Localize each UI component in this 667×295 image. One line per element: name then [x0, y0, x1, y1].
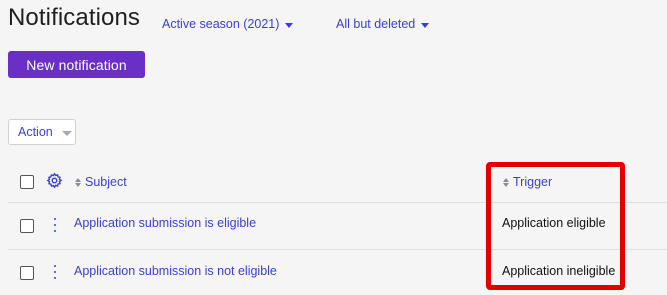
- season-filter-dropdown[interactable]: Active season (2021): [162, 17, 294, 31]
- action-dropdown-label: Action: [18, 125, 53, 139]
- action-dropdown[interactable]: Action: [8, 119, 76, 145]
- sort-icon: [75, 177, 81, 187]
- table-row-subject-link[interactable]: Application submission is not eligible: [74, 264, 277, 278]
- sort-icon: [503, 177, 509, 187]
- new-notification-button[interactable]: New notification: [8, 51, 145, 78]
- row-menu-icon[interactable]: [52, 265, 58, 279]
- row-checkbox[interactable]: [20, 219, 34, 233]
- page-title: Notifications: [8, 4, 141, 31]
- subject-column-label: Subject: [85, 175, 127, 189]
- table-row-trigger: Application ineligible: [502, 264, 616, 278]
- notifications-page: Notifications Active season (2021) All b…: [0, 0, 667, 295]
- chevron-down-icon: [61, 130, 72, 136]
- status-filter-dropdown[interactable]: All but deleted: [336, 17, 430, 31]
- row-menu-icon[interactable]: [52, 218, 58, 232]
- status-filter-label: All but deleted: [336, 17, 416, 31]
- season-filter-label: Active season (2021): [162, 17, 280, 31]
- row-divider: [8, 202, 667, 203]
- trigger-column-label: Trigger: [513, 175, 553, 189]
- select-all-checkbox[interactable]: [20, 175, 34, 189]
- row-divider: [8, 249, 667, 250]
- row-checkbox[interactable]: [20, 266, 34, 280]
- table-row-trigger: Application eligible: [502, 216, 606, 230]
- gear-icon[interactable]: [46, 172, 63, 189]
- trigger-column-header[interactable]: Trigger: [503, 175, 552, 189]
- chevron-down-icon: [285, 22, 294, 28]
- subject-column-header[interactable]: Subject: [75, 175, 127, 189]
- table-row-subject-link[interactable]: Application submission is eligible: [74, 216, 256, 230]
- chevron-down-icon: [421, 22, 430, 28]
